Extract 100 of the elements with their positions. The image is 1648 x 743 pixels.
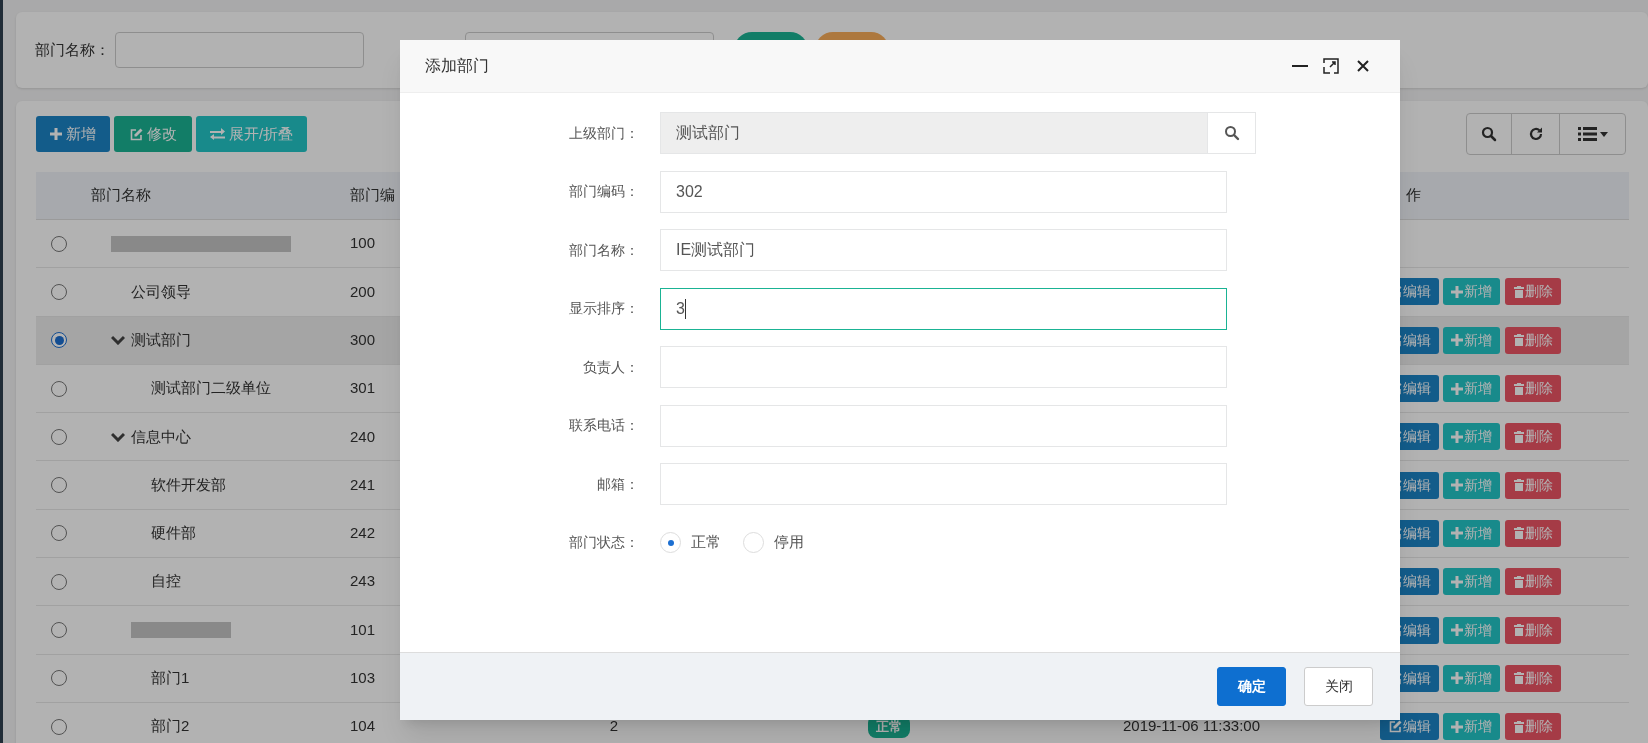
field-label: 负责人： (583, 357, 639, 377)
add-row-button[interactable]: 新增 (1443, 713, 1500, 741)
row-radio[interactable] (51, 235, 67, 252)
field-label: 部门名称： (35, 39, 110, 60)
add-row-button[interactable]: 新增 (1443, 568, 1500, 596)
field-label: 邮箱： (597, 474, 639, 494)
plus-icon (1451, 479, 1463, 492)
delete-row-button[interactable]: 删除 (1505, 519, 1561, 547)
trash-icon (1513, 430, 1524, 443)
delete-row-button[interactable]: 删除 (1505, 278, 1561, 306)
table-cell: 100 (350, 234, 376, 252)
row-radio[interactable] (51, 573, 67, 590)
delete-row-button[interactable]: 删除 (1505, 713, 1561, 741)
search-icon (1481, 126, 1497, 142)
field-label: 部门编码： (569, 182, 639, 201)
department-name: 信息中心 (131, 426, 191, 447)
input-field[interactable] (660, 404, 1227, 447)
plus-icon (50, 128, 62, 140)
toggle-button[interactable]: 展开/折叠 (196, 116, 307, 152)
add-row-button[interactable]: 新增 (1443, 278, 1500, 306)
row-radio[interactable] (51, 622, 67, 638)
plus-icon (1451, 672, 1463, 685)
trash-icon (1513, 527, 1524, 540)
input-field[interactable]: 302 (660, 170, 1227, 213)
dialog-title: 添加部门 (425, 56, 489, 76)
radio-button[interactable] (660, 532, 681, 553)
add-button[interactable]: 新增 (36, 116, 110, 152)
add-row-button[interactable]: 新增 (1443, 616, 1500, 644)
input-field[interactable]: 3 (660, 287, 1227, 330)
table-cell: 243 (350, 572, 376, 590)
maximize-icon (1322, 57, 1340, 75)
table-cell: 240 (350, 427, 376, 445)
row-radio[interactable] (51, 477, 67, 494)
department-name: 测试部门 (131, 330, 191, 350)
row-radio[interactable] (51, 718, 67, 735)
add-row-button[interactable]: 新增 (1443, 519, 1500, 547)
table-cell: 200 (350, 282, 376, 300)
row-radio[interactable] (51, 332, 67, 349)
plus-icon (1451, 624, 1463, 636)
swap-icon (209, 128, 225, 140)
list-icon (1577, 126, 1597, 142)
plus-icon (1451, 334, 1463, 347)
department-name: 公司领导 (131, 281, 191, 302)
add-row-button[interactable]: 新增 (1443, 326, 1500, 354)
trash-icon (1513, 382, 1524, 395)
plus-icon (1451, 285, 1463, 298)
refresh-icon (1527, 126, 1544, 142)
field-label: 上级部门： (569, 123, 639, 143)
input-field[interactable] (660, 346, 1227, 388)
edit-button[interactable]: 修改 (114, 116, 192, 152)
add-row-button[interactable]: 新增 (1443, 375, 1500, 403)
caret-icon (1599, 131, 1608, 137)
department-name: 自控 (151, 571, 181, 592)
table-cell: 300 (350, 331, 376, 348)
table-cell-text: 2 (609, 716, 619, 737)
confirm-button[interactable]: 确定 (1217, 667, 1286, 706)
field-label: 联系电话： (569, 416, 639, 435)
delete-row-button[interactable]: 删除 (1505, 664, 1561, 692)
row-radio[interactable] (51, 670, 67, 687)
input-field[interactable] (660, 463, 1227, 505)
input-field[interactable]: 测试部门 (660, 112, 1208, 154)
search-icon (1223, 125, 1240, 141)
department-name: 测试部门二级单位 (151, 378, 271, 399)
input-field[interactable]: IE测试部门 (660, 229, 1227, 271)
chevron-icon[interactable] (111, 431, 125, 442)
department-name: 部门1 (151, 668, 190, 689)
field-label: 部门名称： (569, 240, 639, 260)
field-label: 部门状态： (569, 533, 639, 552)
trash-icon (1513, 624, 1524, 636)
delete-row-button[interactable]: 删除 (1505, 568, 1561, 596)
radio-label: 停用 (774, 532, 804, 553)
edit-row-button[interactable]: 编辑 (1380, 713, 1439, 741)
plus-icon (1451, 575, 1463, 588)
trash-icon (1513, 575, 1524, 588)
row-radio[interactable] (51, 380, 67, 397)
delete-row-button[interactable]: 删除 (1505, 616, 1561, 644)
delete-row-button[interactable]: 删除 (1505, 471, 1561, 499)
column-header: 作 (1406, 186, 1421, 204)
chevron-icon[interactable] (111, 335, 125, 346)
search-button[interactable] (1208, 112, 1256, 154)
column-header: 部门名称 (91, 186, 151, 204)
add-row-button[interactable]: 新增 (1443, 471, 1500, 499)
delete-row-button[interactable]: 删除 (1505, 375, 1561, 403)
plus-icon (1451, 720, 1463, 733)
column-header: 部门编 (350, 186, 395, 204)
delete-row-button[interactable]: 删除 (1505, 326, 1561, 354)
input-field[interactable] (115, 32, 364, 68)
delete-row-button[interactable]: 删除 (1505, 423, 1561, 451)
row-radio[interactable] (51, 525, 67, 542)
radio-button[interactable] (743, 532, 764, 553)
add-row-button[interactable]: 新增 (1443, 664, 1500, 692)
table-cell: 241 (350, 475, 376, 493)
table-cell: 104 (350, 717, 376, 735)
row-radio[interactable] (51, 428, 67, 445)
table-cell: 301 (350, 379, 376, 397)
add-row-button[interactable]: 新增 (1443, 423, 1500, 451)
row-radio[interactable] (51, 283, 67, 300)
department-name: 软件开发部 (151, 474, 226, 495)
close-button[interactable]: 关闭 (1304, 667, 1373, 706)
maximize-button[interactable] (1322, 57, 1340, 75)
